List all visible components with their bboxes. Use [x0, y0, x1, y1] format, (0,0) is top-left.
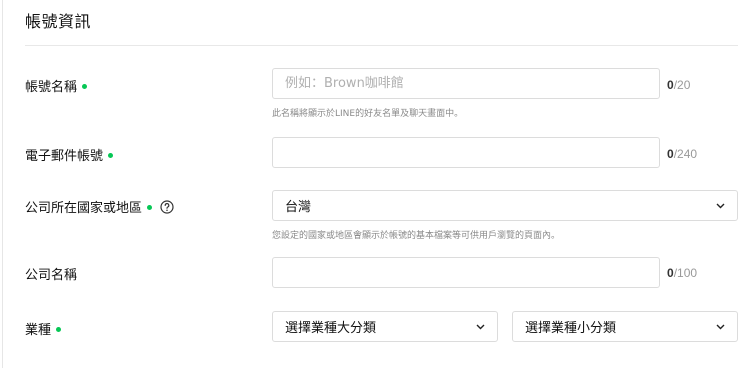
account-name-counter: 0/20: [667, 78, 691, 92]
chevron-down-icon: [715, 201, 725, 211]
email-label-row: 電子郵件帳號: [25, 145, 114, 164]
country-hint: 您設定的國家或地區會顯示於帳號的基本檔案等可供用戶瀏覽的頁面內。: [272, 231, 561, 241]
email-label: 電子郵件帳號: [25, 149, 104, 164]
industry-major-value: 選擇業種大分類: [285, 321, 377, 336]
country-selected-value: 台灣: [285, 200, 312, 215]
account-name-label: 帳號名稱: [25, 80, 78, 95]
industry-major-select[interactable]: 選擇業種大分類: [272, 311, 498, 342]
section-title: 帳號資訊: [25, 12, 92, 31]
country-select[interactable]: 台灣: [272, 190, 738, 221]
company-name-counter: 0/100: [667, 266, 698, 280]
country-label: 公司所在國家或地區: [25, 201, 143, 216]
industry-minor-select[interactable]: 選擇業種小分類: [512, 311, 738, 342]
required-dot-icon: [147, 204, 153, 210]
industry-minor-value: 選擇業種小分類: [525, 321, 617, 336]
account-name-label-row: 帳號名稱: [25, 76, 88, 95]
company-name-input[interactable]: [272, 257, 660, 288]
required-dot-icon: [82, 83, 88, 89]
company-name-label: 公司名稱: [25, 268, 78, 283]
section-divider: [25, 45, 738, 46]
email-input[interactable]: [272, 137, 660, 168]
industry-label: 業種: [25, 323, 52, 338]
industry-label-row: 業種: [25, 319, 62, 338]
required-dot-icon: [56, 326, 62, 332]
company-name-label-row: 公司名稱: [25, 264, 77, 283]
chevron-down-icon: [715, 322, 725, 332]
help-circle-icon[interactable]: [160, 199, 174, 214]
email-counter: 0/240: [667, 147, 698, 161]
country-label-row: 公司所在國家或地區: [25, 197, 174, 216]
account-info-panel: 帳號資訊 帳號名稱 0/20 此名稱將顯示於LINE的好友名單及聊天畫面中。 電…: [2, 0, 750, 368]
account-name-hint: 此名稱將顯示於LINE的好友名單及聊天畫面中。: [272, 109, 464, 119]
account-name-input[interactable]: [272, 68, 660, 99]
required-dot-icon: [108, 152, 114, 158]
chevron-down-icon: [475, 322, 485, 332]
